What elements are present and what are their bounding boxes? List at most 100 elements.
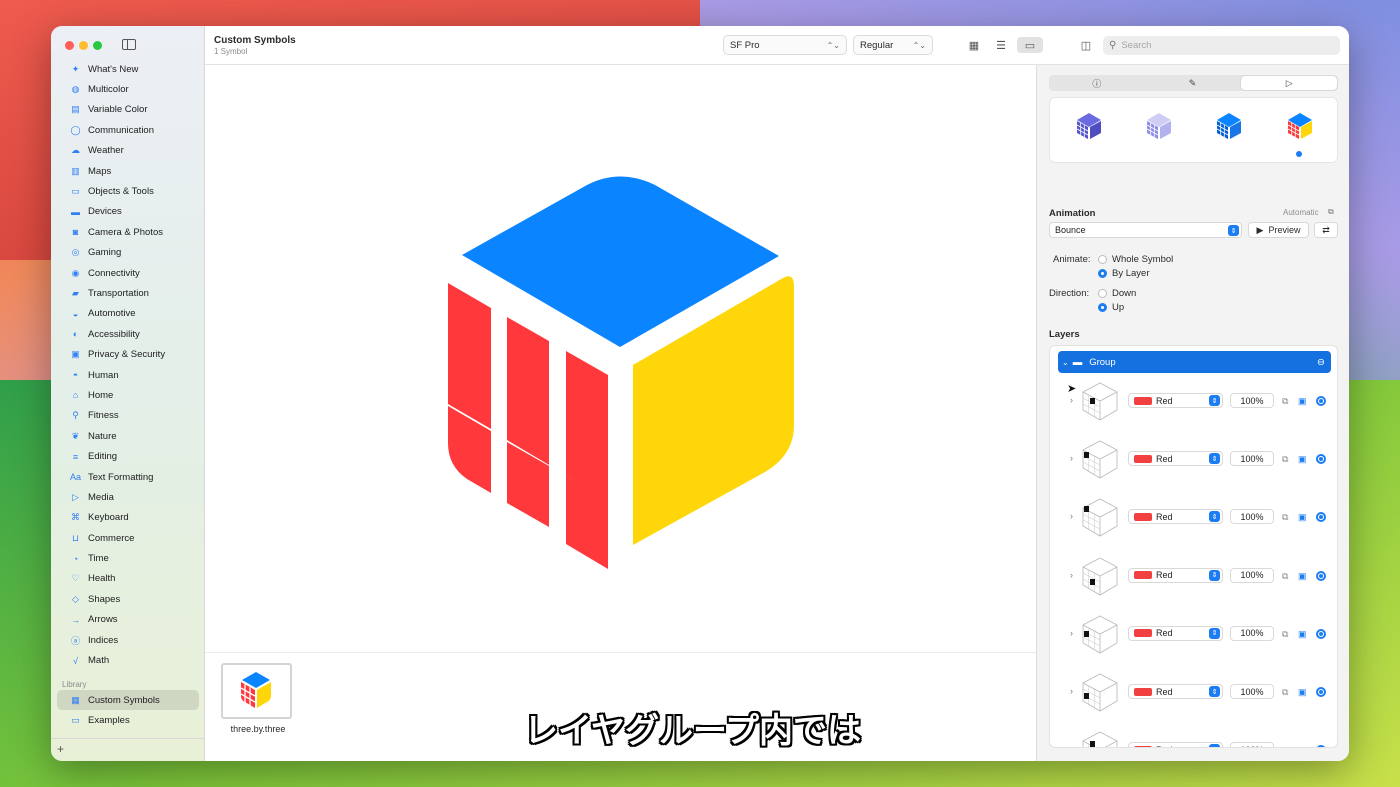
add-collection-button[interactable]: + <box>57 742 64 756</box>
preview-button[interactable]: ▶ Preview <box>1248 222 1309 238</box>
grid-view-icon[interactable]: ▦ <box>965 37 983 53</box>
chevron-right-icon[interactable]: › <box>1070 628 1073 638</box>
radio-by-layer[interactable] <box>1098 269 1107 278</box>
radio-whole-symbol[interactable] <box>1098 255 1107 264</box>
sidebar-item[interactable]: ▥ Maps <box>57 161 199 181</box>
layer-row[interactable]: › Red ⇕ 100% ⧉ ▣ <box>1050 436 1337 482</box>
sidebar-item[interactable]: ◯ Communication <box>57 120 199 140</box>
layer-row[interactable]: › Red ⇕ 100% ⧉ ▣ <box>1050 727 1337 747</box>
layer-visibility-icon[interactable] <box>1316 745 1326 747</box>
layer-opacity-field[interactable]: 100% <box>1230 451 1274 467</box>
layer-visibility-icon[interactable] <box>1316 454 1326 465</box>
info-tab-icon[interactable]: ⓘ <box>1049 75 1145 91</box>
layer-row[interactable]: › Red ⇕ 100% ⧉ ▣ <box>1050 669 1337 715</box>
sidebar-item[interactable]: ≡ Editing <box>57 446 199 466</box>
chevron-right-icon[interactable]: › <box>1070 453 1073 463</box>
inspector-toggle-icon[interactable]: ◫ <box>1077 37 1095 53</box>
sidebar-item[interactable]: ⊔ Commerce <box>57 528 199 548</box>
chevron-right-icon[interactable]: › <box>1070 686 1073 696</box>
sidebar-item[interactable]: ▷ Media <box>57 487 199 507</box>
duplicate-icon[interactable]: ⧉ <box>1282 396 1288 407</box>
layer-visibility-icon[interactable] <box>1316 570 1326 581</box>
duplicate-icon[interactable]: ⧉ <box>1282 512 1288 523</box>
sidebar-item[interactable]: ▤ Variable Color <box>57 100 199 120</box>
duplicate-icon[interactable]: ⧉ <box>1282 745 1288 747</box>
sidebar-item[interactable]: ◙ Camera & Photos <box>57 222 199 242</box>
sidebar-toggle-icon[interactable] <box>122 39 136 50</box>
more-icon[interactable]: ⊖ <box>1317 357 1325 368</box>
layer-color-popup[interactable]: Red ⇕ <box>1128 451 1223 467</box>
display-layer-icon[interactable]: ▣ <box>1298 745 1307 747</box>
sidebar-item[interactable]: ⚲ Fitness <box>57 406 199 426</box>
layer-visibility-icon[interactable] <box>1316 512 1326 523</box>
layer-color-popup[interactable]: Red ⇕ <box>1128 684 1223 699</box>
multicolor-preview-icon[interactable] <box>1285 110 1315 140</box>
display-layer-icon[interactable]: ▣ <box>1298 571 1307 582</box>
layer-opacity-field[interactable]: 100% <box>1230 625 1274 641</box>
layer-row[interactable]: › Red ⇕ 100% ⧉ ▣ <box>1050 378 1337 424</box>
layer-row[interactable]: › Red ⇕ 100% ⧉ ▣ <box>1050 611 1337 657</box>
chevron-right-icon[interactable]: › <box>1070 744 1073 747</box>
layer-visibility-icon[interactable] <box>1316 396 1326 406</box>
radio-down[interactable] <box>1098 289 1107 298</box>
sidebar-item[interactable]: Aa Text Formatting <box>57 467 199 487</box>
sidebar-item[interactable]: ◇ Shapes <box>57 589 199 609</box>
sidebar-item[interactable]: ◔ Time <box>57 548 199 568</box>
layer-opacity-field[interactable]: 100% <box>1230 567 1274 583</box>
gallery-view-icon[interactable]: ▭ <box>1017 37 1043 53</box>
sidebar-item[interactable]: ▣ Privacy & Security <box>57 344 199 364</box>
sidebar-item[interactable]: ◉ Connectivity <box>57 263 199 283</box>
effect-popup[interactable]: Bounce ⇕ <box>1049 222 1242 238</box>
sidebar-item[interactable]: ▭ Examples <box>57 710 199 730</box>
layer-color-popup[interactable]: Red ⇕ <box>1128 393 1223 408</box>
duplicate-icon[interactable]: ⧉ <box>1282 571 1288 582</box>
duplicate-icon[interactable]: ⧉ <box>1282 454 1288 465</box>
sidebar-item[interactable]: ◎ Gaming <box>57 243 199 263</box>
layer-opacity-field[interactable]: 100% <box>1230 742 1274 747</box>
sidebar-item[interactable]: ▰ Transportation <box>57 283 199 303</box>
monochrome-preview-icon[interactable] <box>1074 110 1104 140</box>
layer-color-popup[interactable]: Red ⇕ <box>1128 625 1223 641</box>
play-tab-icon[interactable]: ▷ <box>1241 76 1338 90</box>
palette-preview-icon[interactable] <box>1214 110 1244 140</box>
minimize-button[interactable] <box>79 41 88 50</box>
display-layer-icon[interactable]: ▣ <box>1298 687 1307 698</box>
sidebar-item[interactable]: ❦ Nature <box>57 426 199 446</box>
sidebar-item[interactable]: ◓ Human <box>57 365 199 385</box>
layer-visibility-icon[interactable] <box>1316 687 1326 697</box>
chevron-right-icon[interactable]: › <box>1070 511 1073 521</box>
chevron-right-icon[interactable]: › <box>1070 570 1073 580</box>
display-layer-icon[interactable]: ▣ <box>1298 454 1307 465</box>
sidebar-item[interactable]: ▦ Custom Symbols <box>57 690 199 711</box>
search-field[interactable]: ⚲ Search <box>1103 36 1340 55</box>
sidebar-item[interactable]: ⌘ Keyboard <box>57 508 199 528</box>
layer-opacity-field[interactable]: 100% <box>1230 684 1274 699</box>
display-layer-icon[interactable]: ▣ <box>1298 396 1307 407</box>
layer-color-popup[interactable]: Red ⇕ <box>1128 567 1223 583</box>
sidebar-item[interactable]: ✦ What's New <box>57 59 199 79</box>
sidebar-item[interactable]: ▭ Objects & Tools <box>57 181 199 201</box>
display-layer-icon[interactable]: ▣ <box>1298 629 1307 640</box>
layer-opacity-field[interactable]: 100% <box>1230 393 1274 408</box>
duplicate-icon[interactable]: ⧉ <box>1282 629 1288 640</box>
layer-color-popup[interactable]: Red ⇕ <box>1128 509 1223 525</box>
copy-icon[interactable]: ⧉ <box>1328 207 1334 217</box>
sidebar-item[interactable]: ♡ Health <box>57 569 199 589</box>
sidebar-item[interactable]: ⌂ Home <box>57 385 199 405</box>
sidebar-item[interactable]: ▬ Devices <box>57 202 199 222</box>
layer-row[interactable]: › Red ⇕ 100% ⧉ ▣ <box>1050 553 1337 599</box>
zoom-button[interactable] <box>93 41 102 50</box>
paintbrush-tab-icon[interactable]: ✎ <box>1145 75 1241 91</box>
sidebar-item[interactable]: ◍ Multicolor <box>57 79 199 99</box>
layer-visibility-icon[interactable] <box>1316 628 1326 639</box>
layer-group-row[interactable]: ⌄ ▬ Group ⊖ <box>1058 351 1331 373</box>
sidebar-item[interactable]: ◒ Automotive <box>57 304 199 324</box>
layer-opacity-field[interactable]: 100% <box>1230 509 1274 525</box>
weight-popup[interactable]: Regular ⌃⌄ <box>853 35 933 55</box>
sidebar-item[interactable]: ◐ Accessibility <box>57 324 199 344</box>
layer-color-popup[interactable]: Red ⇕ <box>1128 742 1223 747</box>
chevron-right-icon[interactable]: › <box>1070 395 1073 405</box>
sidebar-item[interactable]: ☁ Weather <box>57 141 199 161</box>
sidebar-item[interactable]: → Arrows <box>57 610 199 630</box>
duplicate-icon[interactable]: ⧉ <box>1282 687 1288 698</box>
